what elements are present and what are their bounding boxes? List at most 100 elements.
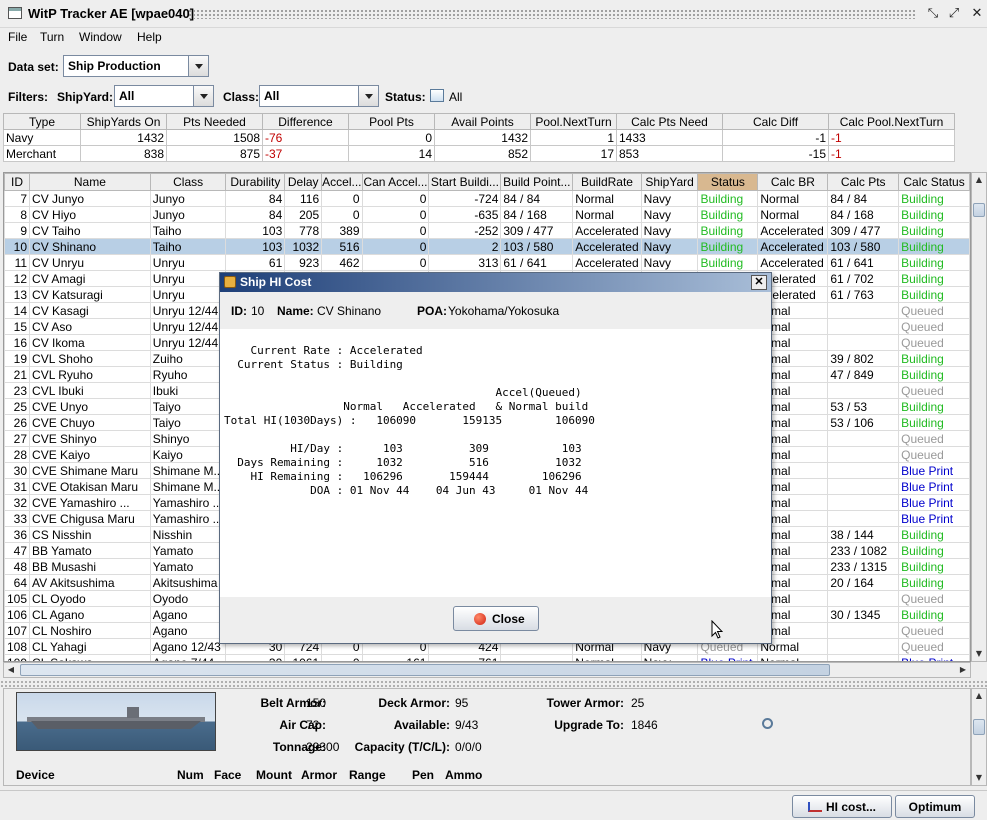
summary-col-header[interactable]: Type	[3, 113, 81, 130]
summary-row[interactable]: Navy 1432 1508 -76 0 1432 1 1433 -1 -1	[3, 129, 955, 146]
device-header[interactable]: Device	[16, 768, 55, 782]
table-cell: 19	[4, 350, 31, 367]
summary-col-header[interactable]: Calc Diff	[722, 113, 829, 130]
scroll-up-icon[interactable]: ▲	[972, 173, 986, 187]
ship-col-header[interactable]: ID	[4, 173, 31, 191]
summary-col-header[interactable]: Pool Pts	[348, 113, 435, 130]
ammo-header[interactable]: Ammo	[445, 768, 482, 782]
ship-col-header[interactable]: Calc Pts	[827, 173, 900, 191]
split-divider[interactable]	[0, 680, 987, 687]
close-icon[interactable]: ✕	[969, 6, 985, 22]
ship-col-header[interactable]: Start Buildi...	[428, 173, 502, 191]
scroll-right-icon[interactable]: ▶	[956, 663, 970, 677]
summary-row[interactable]: Merchant 838 875 -37 14 852 17 853 -15 -1	[3, 145, 955, 162]
ship-col-header[interactable]: Class	[149, 173, 227, 191]
table-row[interactable]: 8 CV Hiyo Junyo 84 205 0 0 -635 84 / 168 Normal Na…	[4, 206, 970, 223]
summary-col-header[interactable]: ShipYards On	[80, 113, 167, 130]
table-cell: Yamato	[149, 542, 227, 559]
dialog-report-area: Current Rate : Accelerated Current Statu…	[220, 329, 771, 597]
dialog-title-bar[interactable]: Ship HI Cost ✕	[220, 273, 771, 292]
maximize-icon[interactable]: ⤢	[946, 6, 962, 22]
chevron-down-icon[interactable]	[188, 56, 208, 76]
detail-vscroll[interactable]: ▲ ▼	[971, 688, 987, 786]
status-value[interactable]: All	[449, 90, 462, 104]
ship-col-header[interactable]: Name	[29, 173, 151, 191]
range-header[interactable]: Range	[349, 768, 386, 782]
table-cell: 47	[4, 542, 31, 559]
hi-cost-button[interactable]: HI cost...	[792, 795, 892, 818]
table-cell: Accelerated	[572, 222, 642, 239]
table-cell: Building	[697, 238, 759, 255]
table-row[interactable]: 11 CV Unryu Unryu 61 923 462 0 313 61 / 641 Accel…	[4, 254, 970, 271]
scroll-up-icon[interactable]: ▲	[972, 689, 986, 703]
optimum-button[interactable]: Optimum	[895, 795, 975, 818]
scroll-down-icon[interactable]: ▼	[972, 771, 986, 785]
table-cell: 27	[4, 430, 31, 447]
filter-icon[interactable]	[430, 89, 444, 102]
dataset-select[interactable]: Ship Production	[63, 55, 209, 77]
chevron-down-icon[interactable]	[358, 86, 378, 106]
summary-col-header[interactable]: Calc Pts Need	[616, 113, 723, 130]
table-cell: Unryu 12/44	[149, 334, 227, 351]
armor-header[interactable]: Armor	[301, 768, 337, 782]
num-header[interactable]: Num	[177, 768, 204, 782]
ship-col-header[interactable]: Status	[697, 173, 759, 191]
table-row[interactable]: 7 CV Junyo Junyo 84 116 0 0 -724 84 / 84 Normal Na…	[4, 190, 970, 207]
shipyard-select[interactable]: All	[114, 85, 214, 107]
menu-file[interactable]: File	[8, 30, 27, 44]
ship-table-vscroll[interactable]: ▲ ▼	[971, 172, 987, 662]
dialog-id-value: 10	[251, 304, 265, 318]
table-cell: CV Hiyo	[29, 206, 151, 223]
summary-col-header[interactable]: Avail Points	[434, 113, 531, 130]
dataset-value: Ship Production	[68, 59, 161, 73]
menu-window[interactable]: Window	[79, 30, 122, 44]
summary-cell: -1	[828, 145, 955, 162]
scroll-down-icon[interactable]: ▼	[972, 647, 986, 661]
menu-help[interactable]: Help	[137, 30, 162, 44]
pen-header[interactable]: Pen	[412, 768, 434, 782]
summary-col-header[interactable]: Calc Pool.NextTurn	[828, 113, 955, 130]
summary-col-header[interactable]: Difference	[262, 113, 349, 130]
capacity-value: 0/0/0	[455, 740, 482, 754]
summary-col-header[interactable]: Pool.NextTurn	[530, 113, 617, 130]
table-cell: Shimane M...	[149, 478, 227, 495]
ship-table-hscroll[interactable]: ◀ ▶	[3, 662, 971, 678]
table-row[interactable]: 109CL SakawaAgano 7/443010610161761 Norma…	[4, 654, 970, 661]
ship-image	[16, 692, 216, 751]
magnifier-icon[interactable]	[762, 718, 773, 729]
table-cell: 107	[4, 622, 31, 639]
ship-col-header[interactable]: Accel...	[321, 173, 363, 191]
table-cell: 84	[225, 206, 286, 223]
dialog-close-button[interactable]: Close	[453, 606, 539, 631]
ship-col-header[interactable]: Calc Status	[898, 173, 970, 191]
table-row[interactable]: 10 CV Shinano Taiho 103 1032 516 0 2 103 / 580 Ac…	[4, 238, 970, 255]
face-header[interactable]: Face	[214, 768, 241, 782]
dialog-name-value: CV Shinano	[317, 304, 382, 318]
scroll-left-icon[interactable]: ◀	[4, 663, 18, 677]
summary-col-header[interactable]: Pts Needed	[166, 113, 263, 130]
scroll-thumb[interactable]	[973, 203, 985, 217]
chevron-down-icon[interactable]	[193, 86, 213, 106]
summary-cell: 17	[530, 145, 617, 162]
dialog-close-icon[interactable]: ✕	[751, 275, 767, 290]
table-cell: CVE Shimane Maru	[29, 462, 151, 479]
ship-col-header[interactable]: ShipYard	[640, 173, 699, 191]
mount-header[interactable]: Mount	[256, 768, 292, 782]
table-cell	[827, 446, 900, 463]
tower-armor-label: Tower Armor:	[546, 696, 624, 710]
ship-col-header[interactable]: Durability	[225, 173, 286, 191]
scroll-thumb[interactable]	[973, 719, 985, 735]
table-cell	[500, 654, 574, 661]
table-cell: Ibuki	[149, 382, 227, 399]
ship-col-header[interactable]: BuildRate	[572, 173, 642, 191]
table-row[interactable]: 9 CV Taiho Taiho 103 778 389 0 -252 309 / 477 Acc…	[4, 222, 970, 239]
ship-col-header[interactable]: Delay	[284, 173, 323, 191]
menu-turn[interactable]: Turn	[40, 30, 64, 44]
class-select[interactable]: All	[259, 85, 379, 107]
scroll-thumb[interactable]	[20, 664, 830, 676]
ship-col-header[interactable]: Can Accel...	[361, 173, 430, 191]
table-cell: Kaiyo	[149, 446, 227, 463]
restore-icon[interactable]: ⤡	[925, 6, 941, 22]
ship-col-header[interactable]: Build Point...	[500, 173, 574, 191]
ship-col-header[interactable]: Calc BR	[757, 173, 829, 191]
